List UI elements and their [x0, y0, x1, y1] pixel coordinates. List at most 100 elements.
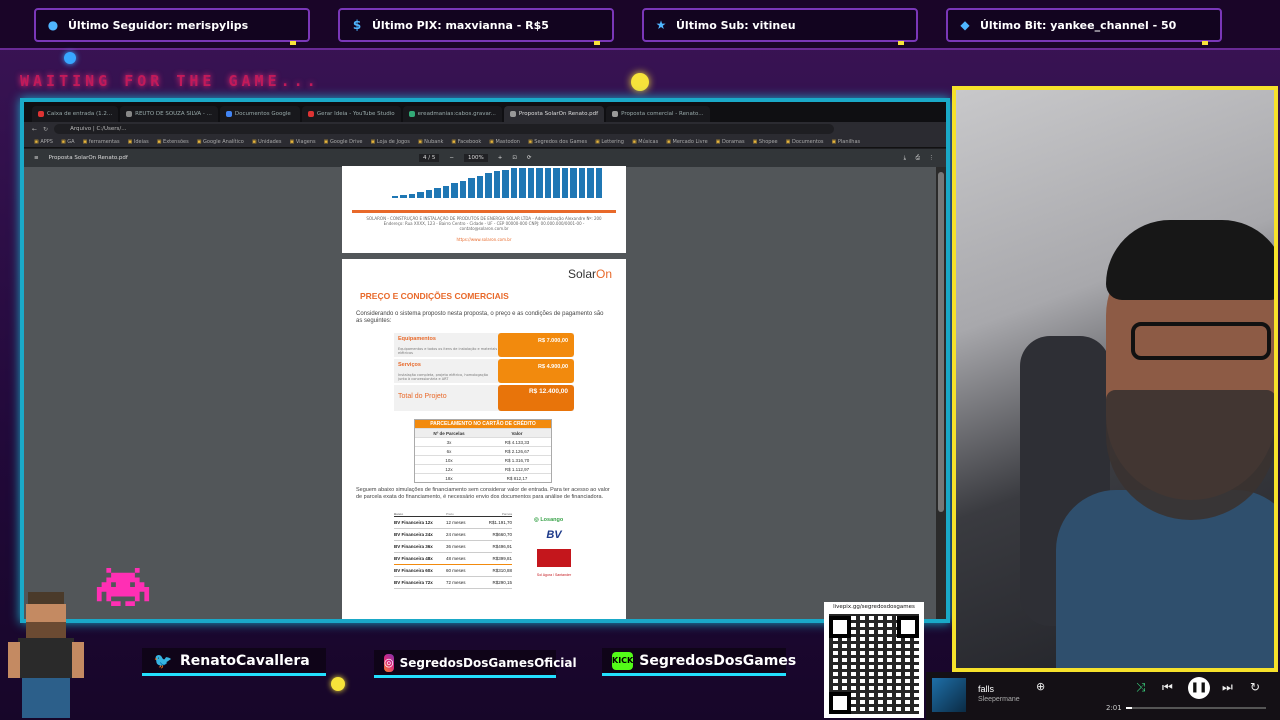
chart-bar	[451, 183, 458, 198]
installments-row: 10x R$ 1.316,70	[415, 455, 551, 464]
qr-corner	[829, 616, 851, 638]
cell: 18x	[445, 475, 453, 481]
financing-row: BV Financeira 24x 24 meses R$660,70	[394, 529, 512, 541]
next-icon[interactable]: ⏭	[1222, 680, 1233, 695]
bookmark-item[interactable]: Doramas	[716, 139, 745, 145]
cell: R$ 812,17	[506, 475, 528, 481]
cell: BV Financeira 36x	[394, 544, 433, 549]
chart-bar	[553, 168, 560, 198]
browser-tab[interactable]: Proposta comercial - Renato...	[606, 106, 710, 122]
cell: R$496,91	[492, 544, 512, 549]
shuffle-icon[interactable]: ⤨	[1136, 680, 1146, 695]
cost-services: Serviços Instalação completa, projeto el…	[394, 359, 574, 383]
livepix-qr[interactable]: livepix.gg/segredosdosgames	[824, 602, 924, 718]
cell: R$290,15	[492, 580, 512, 585]
bookmark-item[interactable]: Lettering	[595, 139, 624, 145]
blue-dot-decoration	[64, 52, 76, 64]
bookmark-item[interactable]: ferramentas	[83, 139, 120, 145]
pause-button[interactable]: ❚❚	[1188, 677, 1210, 699]
bank-logo-small: Sol Agora / Santander	[536, 573, 572, 577]
bookmark-item[interactable]: Músicas	[632, 139, 658, 145]
add-icon[interactable]: ⊕	[1036, 680, 1045, 693]
bookmark-item[interactable]: Google Drive	[324, 139, 363, 145]
previous-icon[interactable]: ⏮	[1162, 680, 1173, 695]
browser-tab[interactable]: REUTO DE SOUZA SILVA - ...	[120, 106, 218, 122]
bookmark-item[interactable]: Facebook	[451, 139, 482, 145]
cost-total: Total do Projeto R$ 12.400,00	[394, 385, 574, 411]
more-icon[interactable]: ⋮	[929, 155, 935, 161]
pip	[594, 41, 600, 45]
installments-row: 12x R$ 1.112,97	[415, 464, 551, 473]
pip	[1202, 41, 1208, 45]
download-icon[interactable]: ⤓	[904, 155, 906, 162]
reload-icon[interactable]: ↻	[43, 126, 48, 133]
chart-bar	[408, 193, 416, 198]
cell: BV Financeira 48x	[394, 556, 433, 561]
pixel-character-icon	[8, 592, 84, 718]
browser-tab[interactable]: Gerar Ideia - YouTube Studio	[301, 106, 401, 122]
repeat-icon[interactable]: ↻	[1250, 680, 1260, 694]
bookmark-item[interactable]: Ideias	[128, 139, 149, 145]
tab-favicon-icon	[38, 111, 44, 117]
social-instagram[interactable]: ◎ SegredosDosGamesOficial	[374, 650, 577, 678]
cell: BV Financeira 12x	[394, 520, 433, 525]
bookmark-item[interactable]: Planilhas	[832, 139, 860, 145]
bookmark-item[interactable]: GA	[61, 139, 74, 145]
solaron-logo: SolarOn	[568, 267, 612, 281]
company-link[interactable]: https://www.solaron.com.br	[342, 237, 626, 242]
financing-row: BV Financeira 48x 48 meses R$399,81	[394, 553, 512, 565]
dollar-icon: $	[352, 18, 362, 32]
zoom-in-icon[interactable]: +	[498, 155, 503, 161]
bookmark-item[interactable]: Shopee	[753, 139, 778, 145]
bookmark-item[interactable]: Mastodon	[489, 139, 520, 145]
zoom-level[interactable]: 100%	[463, 154, 488, 162]
cell: BV Financeira 24x	[394, 532, 433, 537]
bookmark-item[interactable]: Extensões	[157, 139, 189, 145]
stat-last-follower: ● Último Seguidor: merispylips	[34, 8, 310, 45]
bookmark-item[interactable]: Viagens	[289, 139, 316, 145]
zoom-out-icon[interactable]: −	[449, 155, 454, 161]
address-field[interactable]: Arquivo | C:/Users/...	[54, 124, 835, 134]
space-invader-icon	[96, 568, 150, 606]
chart-bar	[544, 168, 552, 198]
header-cell: Parcela	[501, 511, 512, 516]
bookmark-item[interactable]: Google Analítico	[197, 139, 244, 145]
qr-corner	[897, 616, 919, 638]
tab-favicon-icon	[126, 111, 133, 117]
social-twitter[interactable]: 🐦 RenatoCavallera	[142, 648, 326, 676]
browser-tab[interactable]: Documentos Google	[219, 106, 300, 122]
stat-text: Último Sub: vitineu	[676, 18, 796, 32]
waiting-text: WAITING FOR THE GAME...	[20, 72, 320, 90]
chart-bar	[578, 168, 586, 198]
cell: R$ 1.316,70	[504, 457, 530, 463]
page-indicator[interactable]: 4 / 5	[419, 154, 440, 162]
back-icon[interactable]: ←	[32, 126, 37, 133]
browser-tab-active[interactable]: Proposta SolarOn Renato.pdf	[503, 106, 605, 122]
bookmark-item[interactable]: Loja de Jogos	[371, 139, 410, 145]
cost-label: Total do Projeto	[398, 393, 447, 400]
vertical-scrollbar[interactable]	[936, 167, 946, 619]
social-kick[interactable]: KICK SegredosDosGames	[602, 648, 796, 676]
bookmark-item[interactable]: Segredos dos Games	[528, 139, 587, 145]
elapsed-time: 2:01	[1106, 704, 1122, 712]
browser-tab[interactable]: ereadmanias:cabos.gravar...	[402, 106, 502, 122]
rotate-icon[interactable]: ⟳	[527, 155, 532, 161]
progress-bar[interactable]	[1126, 707, 1266, 709]
bookmark-item[interactable]: APPS	[34, 139, 53, 145]
browser-tab[interactable]: Caixa de entrada (1.2...	[32, 106, 119, 122]
browser-tabbar: Caixa de entrada (1.2... REUTO DE SOUZA …	[24, 102, 946, 122]
financing-intro: Seguem abaixo simulações de financiament…	[356, 487, 610, 500]
social-handle: SegredosDosGames	[639, 652, 797, 669]
tab-label: Proposta SolarOn Renato.pdf	[518, 111, 599, 117]
print-icon[interactable]: ⎙	[916, 155, 920, 162]
bookmark-item[interactable]: Documentos	[786, 139, 824, 145]
fit-page-icon[interactable]: ⊡	[512, 155, 517, 161]
bookmark-item[interactable]: Mercado Livre	[666, 139, 708, 145]
bookmark-item[interactable]: Nubank	[418, 139, 443, 145]
cost-value: R$ 4.900,00	[498, 359, 574, 383]
music-player: falls Sleepermane ⊕ ⤨ ⏮ ❚❚ ⏭ ↻ 2:01	[926, 672, 1280, 720]
menu-icon[interactable]: ≡	[34, 155, 39, 161]
user-icon: ●	[47, 18, 59, 32]
bookmark-item[interactable]: Unidades	[252, 139, 281, 145]
scroll-thumb[interactable]	[938, 172, 944, 512]
